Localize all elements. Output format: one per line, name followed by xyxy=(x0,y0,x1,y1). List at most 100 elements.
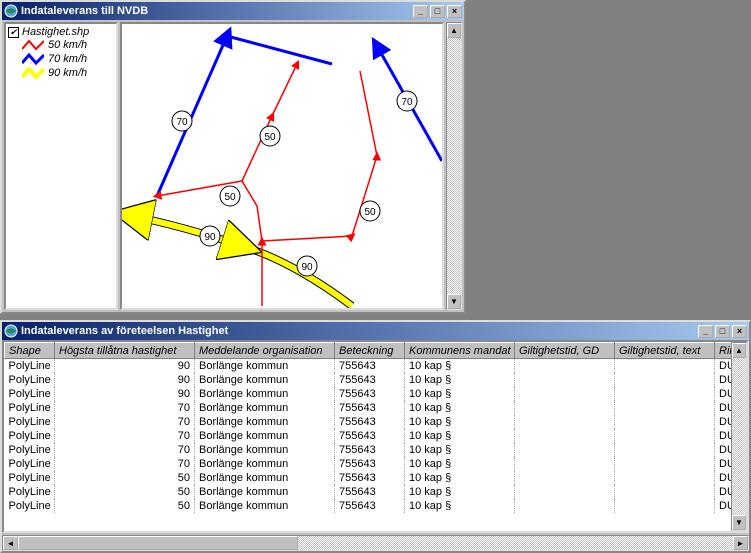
table-row[interactable]: PolyLine70Borlänge kommun75564310 kap §D… xyxy=(5,443,732,457)
cell-bet: 755643 xyxy=(335,387,405,401)
cell-gt xyxy=(615,471,715,485)
col-gt[interactable]: Giltighetstid, text xyxy=(615,343,715,359)
table-row[interactable]: PolyLine90Borlänge kommun75564310 kap §D… xyxy=(5,373,732,387)
map-window: Indataleverans till NVDB _ □ × ✔ Hastigh… xyxy=(0,0,466,314)
table-row[interactable]: PolyLine50Borlänge kommun75564310 kap §D… xyxy=(5,499,732,513)
table-row[interactable]: PolyLine70Borlänge kommun75564310 kap §D… xyxy=(5,429,732,443)
cell-org: Borlänge kommun xyxy=(195,387,335,401)
cell-shape: PolyLine xyxy=(5,387,55,401)
cell-speed: 90 xyxy=(55,359,195,373)
map-canvas[interactable]: 70 70 50 50 50 90 90 xyxy=(120,22,444,310)
cell-gt xyxy=(615,499,715,513)
cell-shape: PolyLine xyxy=(5,401,55,415)
scroll-down-button[interactable]: ▼ xyxy=(447,294,461,309)
cell-org: Borlänge kommun xyxy=(195,401,335,415)
legend-label: 90 km/h xyxy=(48,66,87,80)
cell-bet: 755643 xyxy=(335,471,405,485)
table-row[interactable]: PolyLine50Borlänge kommun75564310 kap §D… xyxy=(5,485,732,499)
scroll-down-button[interactable]: ▼ xyxy=(732,515,746,530)
speed-label: 50 xyxy=(360,201,380,221)
map-titlebar[interactable]: Indataleverans till NVDB _ □ × xyxy=(2,2,464,20)
table-row[interactable]: PolyLine70Borlänge kommun75564310 kap §D… xyxy=(5,457,732,471)
map-vertical-scrollbar[interactable]: ▲ ▼ xyxy=(446,22,462,310)
svg-text:50: 50 xyxy=(264,132,276,143)
legend-layer[interactable]: ✔ Hastighet.shp xyxy=(8,26,114,38)
cell-gt xyxy=(615,415,715,429)
legend-item-70[interactable]: 70 km/h xyxy=(8,52,114,66)
cell-bet: 755643 xyxy=(335,373,405,387)
close-button[interactable]: × xyxy=(447,5,462,18)
col-gd[interactable]: Giltighetstid, GD xyxy=(515,343,615,359)
col-org[interactable]: Meddelande organisation xyxy=(195,343,335,359)
cell-gd xyxy=(515,499,615,513)
cell-gt xyxy=(615,429,715,443)
cell-org: Borlänge kommun xyxy=(195,443,335,457)
cell-speed: 70 xyxy=(55,429,195,443)
cell-gt xyxy=(615,387,715,401)
scroll-right-button[interactable]: ► xyxy=(733,536,748,550)
map-window-title: Indataleverans till NVDB xyxy=(21,5,413,17)
cell-rikt: DUBBEL xyxy=(715,373,732,387)
svg-text:50: 50 xyxy=(364,207,376,218)
cell-speed: 70 xyxy=(55,401,195,415)
scroll-left-button[interactable]: ◄ xyxy=(3,536,18,550)
scroll-thumb[interactable] xyxy=(18,536,298,550)
col-speed[interactable]: Högsta tillåtna hastighet xyxy=(55,343,195,359)
table-row[interactable]: PolyLine90Borlänge kommun75564310 kap § D… xyxy=(5,387,732,401)
cell-gd xyxy=(515,429,615,443)
minimize-button[interactable]: _ xyxy=(413,5,428,18)
table-row[interactable]: PolyLine70Borlänge kommun75564310 kap §D… xyxy=(5,415,732,429)
col-shape[interactable]: Shape xyxy=(5,343,55,359)
cell-rikt: DUBBEL xyxy=(715,387,732,401)
cell-rikt: DUBBEL xyxy=(715,415,732,429)
cell-gd xyxy=(515,443,615,457)
speed-label: 70 xyxy=(172,111,192,131)
table-titlebar[interactable]: Indataleverans av företeelsen Hastighet … xyxy=(2,322,749,340)
cell-gt xyxy=(615,401,715,415)
cell-speed: 70 xyxy=(55,457,195,471)
minimize-button[interactable]: _ xyxy=(698,325,713,338)
scroll-track[interactable] xyxy=(732,358,746,515)
maximize-button[interactable]: □ xyxy=(430,5,445,18)
cell-speed: 70 xyxy=(55,415,195,429)
cell-bet: 755643 xyxy=(335,499,405,513)
layer-checkbox[interactable]: ✔ xyxy=(8,27,19,38)
cell-gd xyxy=(515,415,615,429)
col-riktning[interactable]: Riktning xyxy=(715,343,732,359)
table-row[interactable]: PolyLine90Borlänge kommun75564310 kap §D… xyxy=(5,359,732,373)
close-button[interactable]: × xyxy=(732,325,747,338)
cell-gt xyxy=(615,485,715,499)
maximize-button[interactable]: □ xyxy=(715,325,730,338)
cell-speed: 50 xyxy=(55,471,195,485)
cell-gd xyxy=(515,471,615,485)
cell-gt xyxy=(615,359,715,373)
svg-text:50: 50 xyxy=(224,192,236,203)
speed-label: 50 xyxy=(260,126,280,146)
cell-bet: 755643 xyxy=(335,401,405,415)
cell-rikt: DUBBEL xyxy=(715,485,732,499)
scroll-up-button[interactable]: ▲ xyxy=(732,343,746,358)
cell-shape: PolyLine xyxy=(5,471,55,485)
cell-speed: 90 xyxy=(55,387,195,401)
cell-rikt: DUBBEL xyxy=(715,471,732,485)
scroll-track[interactable] xyxy=(447,38,461,294)
cell-mandat: 10 kap § xyxy=(405,415,515,429)
table-horizontal-scrollbar[interactable]: ◄ ► xyxy=(2,535,749,551)
table-row[interactable]: PolyLine70Borlänge kommun75564310 kap §D… xyxy=(5,401,732,415)
cell-gt xyxy=(615,373,715,387)
cell-speed: 70 xyxy=(55,443,195,457)
col-beteckning[interactable]: Beteckning xyxy=(335,343,405,359)
cell-org: Borlänge kommun xyxy=(195,499,335,513)
cell-mandat: 10 kap § xyxy=(405,387,515,401)
table-window-title: Indataleverans av företeelsen Hastighet xyxy=(21,325,698,337)
col-mandat[interactable]: Kommunens mandat xyxy=(405,343,515,359)
scroll-track[interactable] xyxy=(18,536,733,550)
legend-item-50[interactable]: 50 km/h xyxy=(8,38,114,52)
table-row[interactable]: PolyLine50Borlänge kommun75564310 kap §D… xyxy=(5,471,732,485)
legend-item-90[interactable]: 90 km/h xyxy=(8,66,114,80)
scroll-up-button[interactable]: ▲ xyxy=(447,23,461,38)
cell-mandat: 10 kap § xyxy=(405,401,515,415)
app-icon xyxy=(4,4,18,18)
line-icon xyxy=(22,39,44,51)
table-vertical-scrollbar[interactable]: ▲ ▼ xyxy=(731,342,747,531)
